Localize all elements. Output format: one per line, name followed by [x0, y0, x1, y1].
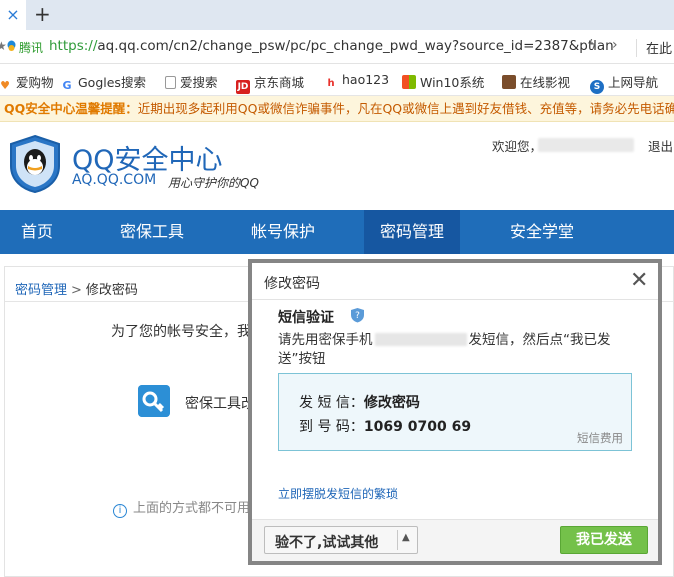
sms-number-row: 到 号 码：1069 0700 69 — [299, 419, 472, 435]
sms-content-value: 修改密码 — [363, 395, 420, 411]
svg-text:?: ? — [355, 311, 360, 321]
warning-notice-bar: QQ安全中心温馨提醒：近期出现多起利用QQ或微信诈骗事件，凡在QQ或微信上遇到好… — [0, 96, 674, 122]
bookmark-item[interactable]: Win10系统 — [402, 72, 484, 91]
nav-account-protection[interactable]: 帐号保护 — [236, 210, 330, 254]
jd-icon: JD — [236, 80, 250, 94]
nav-icon: S — [590, 80, 604, 94]
notice-title: QQ安全中心温馨提醒： — [4, 101, 138, 116]
page-icon — [165, 76, 176, 89]
caret-up-icon[interactable]: ▲ — [402, 532, 410, 543]
chevron-right-icon[interactable]: › — [612, 37, 618, 53]
button-divider — [397, 530, 398, 550]
verify-shield-icon: ? — [351, 308, 364, 323]
divider — [252, 299, 658, 300]
notice-text: 近期出现多起利用QQ或微信诈骗事件，凡在QQ或微信上遇到好友借钱、充值等，请务必… — [137, 101, 674, 116]
username-redacted — [538, 138, 634, 152]
bookmark-item[interactable]: 爱搜索 — [165, 72, 218, 91]
url-input[interactable]: https://aq.qq.com/cn2/change_psw/pc/pc_c… — [49, 38, 614, 54]
bookmark-item[interactable]: 在线影视 — [502, 72, 570, 91]
tv-icon — [502, 75, 516, 89]
key-icon[interactable] — [138, 385, 170, 417]
sms-verify-heading: 短信验证 — [278, 310, 334, 326]
sms-number-value: 1069 0700 69 — [363, 419, 472, 435]
search-box[interactable]: 在此 — [646, 38, 672, 57]
escape-sms-link[interactable]: 立即摆脱发短信的繁琐 — [278, 485, 398, 502]
bookmark-icon: ♥ — [0, 79, 12, 93]
bookmark-item[interactable]: G Gogles搜索 — [60, 72, 145, 93]
url-scheme: https:// — [49, 38, 98, 54]
security-tool-option[interactable]: 密保工具改 — [185, 393, 255, 413]
hint-text: i 上面的方式都不可用 — [113, 497, 250, 518]
change-password-dialog: 修改密码 ✕ 短信验证 ? 请先用密保手机 发短信，然后点“我已发送”按钮 发 短… — [248, 259, 662, 565]
site-header: QQ安全中心 AQ.QQ.COM 用心守护你的QQ 欢迎您， 退出 — [0, 122, 674, 210]
main-nav: 首页 密保工具 帐号保护 密码管理 安全学堂 — [0, 210, 674, 254]
google-icon: G — [62, 79, 72, 92]
sms-content-row: 发 短 信：修改密码 — [299, 395, 420, 411]
sms-info-box: 发 短 信：修改密码 到 号 码：1069 0700 69 短信费用 — [278, 373, 632, 451]
lightning-icon[interactable]: ϟ — [588, 38, 597, 53]
breadcrumb-current: 修改密码 — [85, 283, 138, 298]
bookmark-item[interactable]: h hao123 — [324, 72, 389, 91]
welcome-text: 欢迎您， — [492, 139, 543, 154]
dialog-footer: 验不了,试试其他 ▲ 我已发送 — [252, 519, 658, 561]
brand-slogan: 用心守护你的QQ — [168, 176, 259, 190]
dialog-title: 修改密码 — [264, 276, 320, 292]
info-icon: i — [113, 504, 127, 518]
breadcrumb-separator: > — [71, 283, 82, 298]
browser-tab-bar: × + — [0, 0, 674, 30]
nav-home[interactable]: 首页 — [0, 210, 74, 254]
sms-instructions: 请先用密保手机 发短信，然后点“我已发送”按钮 — [278, 332, 611, 367]
intro-text: 为了您的帐号安全，我 — [111, 324, 251, 340]
nav-password-management[interactable]: 密码管理 — [364, 210, 460, 254]
close-icon[interactable]: ✕ — [630, 269, 648, 293]
brand-url: AQ.QQ.COM — [72, 172, 157, 188]
windows-icon — [402, 75, 416, 89]
qq-shield-logo-icon[interactable] — [8, 134, 62, 194]
nav-security-school[interactable]: 安全学堂 — [494, 210, 590, 254]
tab-close-icon[interactable]: × — [0, 0, 26, 30]
breadcrumb: 密码管理 > 修改密码 — [15, 279, 138, 298]
phone-redacted — [374, 333, 467, 346]
new-tab-icon[interactable]: + — [34, 2, 51, 26]
bookmarks-bar: ♥ 爱购物 G Gogles搜索 爱搜索 JD 京东商城 h hao123 Win10系… — [0, 64, 674, 96]
url-path: aq.qq.com/cn2/change_psw/pc/pc_change_pw… — [97, 38, 614, 54]
bookmark-item[interactable]: S 上网导航 — [590, 72, 658, 94]
tencent-logo-icon — [7, 40, 16, 51]
logout-link[interactable]: 退出 — [648, 136, 673, 155]
nav-security-tools[interactable]: 密保工具 — [106, 210, 198, 254]
sms-fee-label: 短信费用 — [577, 431, 623, 445]
hao123-icon: h — [327, 78, 335, 89]
bookmark-item[interactable]: JD 京东商城 — [236, 72, 304, 94]
address-separator — [636, 39, 637, 57]
try-other-button[interactable]: 验不了,试试其他 ▲ — [264, 526, 418, 554]
site-identity-label: 腾讯 — [19, 41, 44, 55]
i-have-sent-button[interactable]: 我已发送 — [560, 526, 648, 554]
bookmark-item[interactable]: ♥ 爱购物 — [0, 72, 54, 93]
breadcrumb-parent-link[interactable]: 密码管理 — [15, 283, 67, 298]
address-bar: ★ 腾讯 https://aq.qq.com/cn2/change_psw/pc… — [0, 30, 674, 64]
